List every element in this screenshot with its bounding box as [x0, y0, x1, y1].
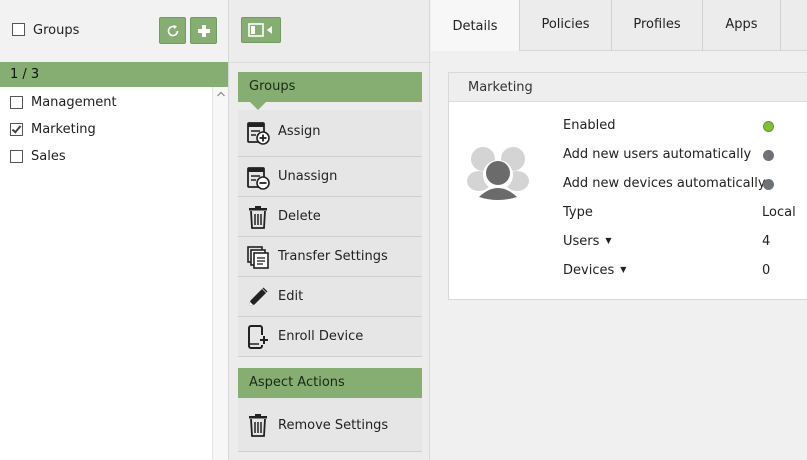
card-title: Marketing — [449, 73, 807, 102]
property-label: Add new users automatically — [563, 147, 752, 162]
status-indicator-off — [763, 179, 774, 190]
section-title: Aspect Actions — [249, 375, 345, 390]
trash-icon — [249, 206, 267, 229]
groups-panel-header: Groups — [0, 0, 228, 62]
property-devices: Devices ▼ 0 — [563, 261, 807, 283]
property-label: Devices — [563, 263, 615, 278]
property-enabled: Enabled — [563, 116, 807, 138]
refresh-button[interactable] — [159, 17, 186, 44]
tab-apps[interactable]: Apps — [703, 0, 781, 51]
group-label: Sales — [31, 149, 66, 164]
select-all-checkbox[interactable] — [12, 23, 25, 36]
group-label: Marketing — [31, 122, 96, 137]
selection-count: 1 / 3 — [0, 62, 228, 87]
group-label: Management — [31, 95, 117, 110]
group-checkbox[interactable] — [10, 96, 23, 109]
property-auto-add-users: Add new users automatically — [563, 145, 807, 167]
action-label: Delete — [278, 209, 321, 224]
groups-panel: Groups 1 / 3 Management Marketing Sales — [0, 0, 228, 460]
enroll-device-button[interactable]: Enroll Device — [238, 317, 422, 357]
add-group-button[interactable] — [190, 17, 217, 44]
property-label: Enabled — [563, 118, 616, 133]
caret-down-icon[interactable]: ▼ — [605, 236, 611, 245]
scroll-up-icon[interactable] — [216, 89, 226, 99]
edit-button[interactable]: Edit — [238, 277, 422, 317]
action-label: Assign — [278, 124, 321, 139]
group-item-marketing[interactable]: Marketing — [0, 118, 212, 145]
transfer-settings-icon — [247, 246, 269, 269]
assign-icon — [247, 122, 270, 145]
property-value: 0 — [762, 263, 771, 278]
group-item-management[interactable]: Management — [0, 91, 212, 118]
action-label: Transfer Settings — [278, 249, 388, 264]
group-avatar-icon — [467, 147, 529, 200]
property-value: 4 — [762, 234, 771, 249]
divider — [229, 62, 431, 63]
pencil-icon — [249, 287, 268, 306]
enroll-device-icon — [248, 325, 269, 349]
tab-policies[interactable]: Policies — [520, 0, 612, 51]
caret-down-icon[interactable]: ▼ — [620, 265, 626, 274]
status-indicator-off — [763, 150, 774, 161]
delete-button[interactable]: Delete — [238, 197, 422, 237]
transfer-settings-button[interactable]: Transfer Settings — [238, 237, 422, 277]
panel-toggle-icon — [248, 23, 272, 37]
group-checkbox[interactable] — [10, 123, 23, 136]
actions-panel: Groups Assign Unassign Delete Transfer S… — [228, 0, 431, 460]
property-auto-add-devices: Add new devices automatically — [563, 174, 807, 196]
check-mark-icon — [11, 123, 22, 134]
devices-dropdown[interactable]: Devices ▼ — [563, 263, 626, 278]
action-label: Remove Settings — [278, 418, 389, 433]
tab-profiles[interactable]: Profiles — [612, 0, 703, 51]
property-type: Type Local — [563, 203, 807, 225]
action-label: Edit — [278, 289, 304, 304]
group-checkbox[interactable] — [10, 150, 23, 163]
action-label: Unassign — [278, 169, 338, 184]
remove-settings-button[interactable]: Remove Settings — [238, 398, 422, 452]
aspect-actions-header: Aspect Actions — [238, 368, 422, 406]
details-panel: Details Policies Profiles Apps Marketing… — [431, 0, 807, 460]
tab-details[interactable]: Details — [431, 0, 520, 51]
groups-panel-title: Groups — [33, 23, 80, 38]
section-title: Groups — [249, 79, 296, 94]
group-item-sales[interactable]: Sales — [0, 145, 212, 172]
group-list: Management Marketing Sales — [0, 87, 212, 460]
property-label: Users — [563, 234, 600, 249]
toggle-panel-button[interactable] — [241, 17, 281, 43]
action-label: Enroll Device — [278, 329, 364, 344]
unassign-icon — [247, 167, 270, 190]
plus-icon — [197, 24, 210, 37]
group-list-scrollbar[interactable] — [212, 87, 228, 460]
group-details-card: Marketing Enabled Add new users automati… — [448, 72, 807, 300]
unassign-button[interactable]: Unassign — [238, 157, 422, 197]
tab-bar: Details Policies Profiles Apps — [431, 0, 807, 51]
groups-actions-header: Groups — [238, 72, 422, 110]
property-label: Add new devices automatically — [563, 176, 766, 191]
property-label: Type — [563, 205, 593, 220]
users-dropdown[interactable]: Users ▼ — [563, 234, 612, 249]
assign-button[interactable]: Assign — [238, 110, 422, 157]
property-users: Users ▼ 4 — [563, 232, 807, 254]
refresh-icon — [167, 24, 178, 36]
section-pointer — [250, 102, 266, 110]
status-indicator-on — [763, 121, 774, 132]
trash-icon — [249, 414, 267, 437]
property-value: Local — [762, 205, 796, 220]
